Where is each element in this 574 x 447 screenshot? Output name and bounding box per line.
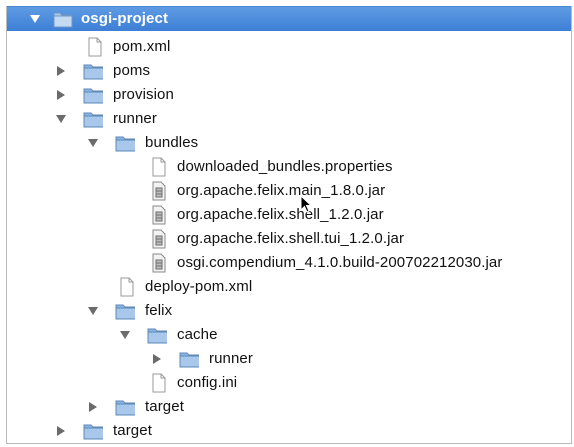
tree-row-felix[interactable]: felix	[7, 299, 571, 323]
tree-row-label: target	[145, 398, 184, 415]
file-tree: osgi-project pom.xml poms provision runn…	[6, 6, 572, 444]
disclosure-expanded-icon[interactable]	[119, 329, 131, 341]
tree-row-label: felix	[145, 302, 173, 319]
jar-icon	[149, 253, 169, 273]
folder-icon	[115, 397, 135, 417]
tree-row-label: downloaded_bundles.properties	[177, 158, 393, 175]
tree-row-label: provision	[113, 86, 174, 103]
disclosure-collapsed-icon[interactable]	[55, 89, 67, 101]
disclosure-collapsed-icon[interactable]	[151, 353, 163, 365]
disclosure-expanded-icon[interactable]	[87, 305, 99, 317]
tree-row-label: org.apache.felix.shell_1.2.0.jar	[177, 206, 384, 223]
tree-row-label: bundles	[145, 134, 199, 151]
disclosure-expanded-icon[interactable]	[29, 13, 41, 25]
tree-row-label: cache	[177, 326, 218, 343]
tree-row-target[interactable]: target	[7, 419, 571, 443]
disclosure-collapsed-icon[interactable]	[55, 65, 67, 77]
tree-row-felix-shell-jar[interactable]: org.apache.felix.shell_1.2.0.jar	[7, 203, 571, 227]
tree-row-label: pom.xml	[113, 38, 171, 55]
tree-row-felix-shell-tui-jar[interactable]: org.apache.felix.shell.tui_1.2.0.jar	[7, 227, 571, 251]
tree-row-label: osgi.compendium_4.1.0.build-200702212030…	[177, 254, 503, 271]
folder-icon	[83, 61, 103, 81]
tree-row-deploy-pom-xml[interactable]: deploy-pom.xml	[7, 275, 571, 299]
folder-icon	[83, 109, 103, 129]
mouse-pointer-icon	[300, 194, 314, 215]
folder-icon	[115, 133, 135, 153]
tree-row-bundles[interactable]: bundles	[7, 131, 571, 155]
folder-icon	[115, 301, 135, 321]
disclosure-expanded-icon[interactable]	[55, 113, 67, 125]
jar-icon	[149, 205, 169, 225]
folder-icon	[53, 9, 73, 29]
tree-row-label: org.apache.felix.main_1.8.0.jar	[177, 182, 386, 199]
tree-row-label: poms	[113, 62, 151, 79]
tree-row-label: osgi-project	[81, 10, 169, 27]
tree-row-downloaded-bundles-properties[interactable]: downloaded_bundles.properties	[7, 155, 571, 179]
jar-icon	[149, 229, 169, 249]
tree-row-config-ini[interactable]: config.ini	[7, 371, 571, 395]
tree-row-poms[interactable]: poms	[7, 59, 571, 83]
disclosure-collapsed-icon[interactable]	[55, 425, 67, 437]
tree-row-runner[interactable]: runner	[7, 107, 571, 131]
tree-row-label: config.ini	[177, 374, 238, 391]
tree-row-label: org.apache.felix.shell.tui_1.2.0.jar	[177, 230, 405, 247]
tree-row-label: deploy-pom.xml	[145, 278, 253, 295]
jar-icon	[149, 181, 169, 201]
tree-row-pom-xml[interactable]: pom.xml	[7, 35, 571, 59]
tree-row-label: runner	[113, 110, 157, 127]
folder-icon	[179, 349, 199, 369]
folder-icon	[83, 85, 103, 105]
tree-row-cache[interactable]: cache	[7, 323, 571, 347]
tree-row-felix-main-jar[interactable]: org.apache.felix.main_1.8.0.jar	[7, 179, 571, 203]
tree-row-provision[interactable]: provision	[7, 83, 571, 107]
tree-row-cache-runner[interactable]: runner	[7, 347, 571, 371]
file-icon	[149, 157, 169, 177]
file-icon	[85, 37, 105, 57]
tree-row-label: runner	[209, 350, 253, 367]
folder-icon	[147, 325, 167, 345]
folder-icon	[83, 421, 103, 441]
disclosure-collapsed-icon[interactable]	[87, 401, 99, 413]
tree-row-label: target	[113, 422, 152, 439]
tree-row-osgi-project[interactable]: osgi-project	[7, 6, 571, 31]
file-icon	[117, 277, 137, 297]
disclosure-expanded-icon[interactable]	[87, 137, 99, 149]
tree-row-osgi-compendium-jar[interactable]: osgi.compendium_4.1.0.build-200702212030…	[7, 251, 571, 275]
file-icon	[149, 373, 169, 393]
tree-row-runner-target[interactable]: target	[7, 395, 571, 419]
